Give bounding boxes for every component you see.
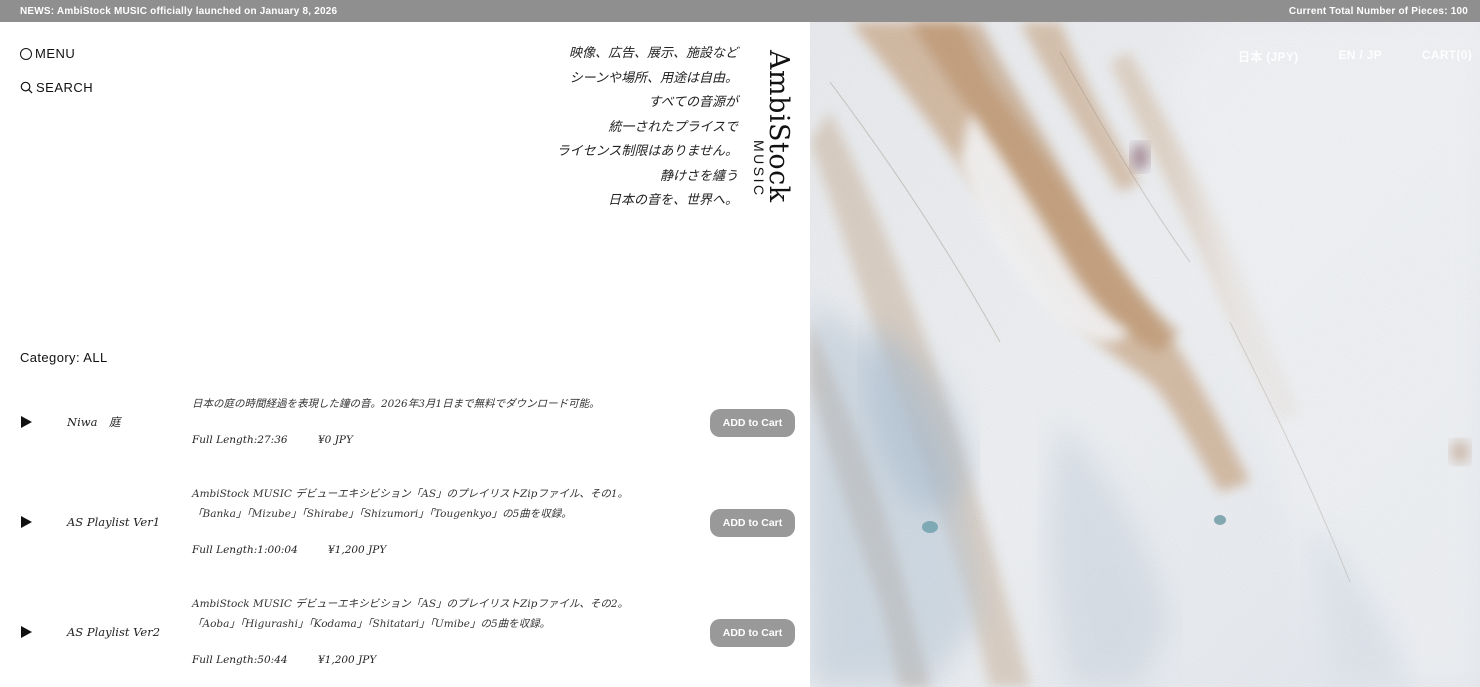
tagline-line: 静けさを纏う [659, 168, 738, 184]
search-icon [20, 81, 33, 94]
track-price: ¥0 JPY [318, 434, 353, 446]
add-to-cart-button[interactable]: ADD to Cart [710, 409, 795, 437]
left-panel: MENU SEARCH 映像、広告、展示、施設など シーンや場所、用途は自由。 … [0, 22, 810, 687]
add-to-cart-button[interactable]: ADD to Cart [710, 619, 795, 647]
track-length: Full Length:50:44 [192, 654, 288, 666]
track-length: Full Length:1:00:04 [192, 544, 298, 556]
news-text[interactable]: NEWS: AmbiStock MUSIC officially launche… [20, 6, 337, 17]
play-icon[interactable] [21, 626, 32, 638]
circle-icon [20, 47, 32, 60]
hero-image: 日本 (JPY) EN / JP CART(0) [810, 22, 1480, 687]
tagline-line: 統一されたプライスで [608, 119, 738, 135]
track-title[interactable]: Niwa 庭 [67, 414, 120, 430]
category-label: Category: ALL [20, 350, 108, 365]
tagline: 映像、広告、展示、施設など シーンや場所、用途は自由。 すべての音源が 統一され… [557, 42, 738, 214]
logo-main: AmbiStock [763, 50, 794, 203]
track-description: AmbiStock MUSIC デビューエキシビション「AS」のプレイリストZi… [192, 598, 629, 610]
hero-texture [810, 22, 1480, 687]
news-bar: NEWS: AmbiStock MUSIC officially launche… [0, 0, 1480, 22]
tagline-line: シーンや場所、用途は自由。 [569, 70, 738, 86]
tagline-line: 日本の音を、世界へ。 [607, 193, 738, 208]
track-length: Full Length:27:36 [192, 434, 288, 446]
track-description-2: 「Banka」「Mizube」「Shirabe」「Shizumori」「Toug… [192, 508, 572, 520]
menu-label: MENU [35, 46, 76, 61]
track-price: ¥1,200 JPY [328, 544, 387, 556]
track-price: ¥1,200 JPY [318, 654, 377, 666]
track-description-2: 「Aoba」「Higurashi」「Kodama」「Shitatari」「Umi… [192, 618, 551, 630]
track-title[interactable]: AS Playlist Ver2 [67, 625, 160, 639]
site-logo[interactable]: AmbiStock MUSIC [751, 50, 800, 210]
track-title[interactable]: AS Playlist Ver1 [67, 515, 160, 529]
menu-button[interactable]: MENU [20, 46, 75, 61]
play-icon[interactable] [21, 416, 32, 428]
add-to-cart-button[interactable]: ADD to Cart [710, 509, 795, 537]
tagline-line: 映像、広告、展示、施設など [568, 46, 738, 61]
piece-count: Current Total Number of Pieces: 100 [1288, 5, 1468, 17]
search-button[interactable]: SEARCH [20, 80, 93, 95]
logo-sub: MUSIC [751, 140, 767, 198]
track-description: AmbiStock MUSIC デビューエキシビション「AS」のプレイリストZi… [192, 488, 629, 500]
track-description: 日本の庭の時間経過を表現した鐘の音。2026年3月1日まで無料でダウンロード可能… [192, 398, 600, 410]
tagline-line: ライセンス制限はありません。 [556, 144, 738, 159]
tagline-line: すべての音源が [648, 95, 738, 110]
play-icon[interactable] [21, 516, 32, 528]
top-nav: 日本 (JPY) EN / JP CART(0) [1238, 48, 1472, 65]
language-switch[interactable]: EN / JP [1338, 48, 1381, 65]
cart-link[interactable]: CART(0) [1422, 48, 1472, 65]
search-label: SEARCH [36, 80, 94, 95]
currency-selector[interactable]: 日本 (JPY) [1238, 48, 1298, 65]
